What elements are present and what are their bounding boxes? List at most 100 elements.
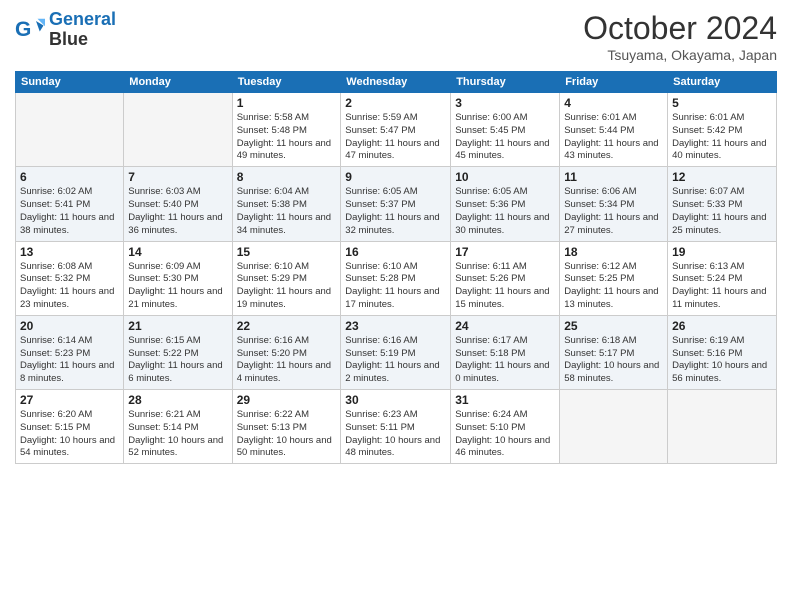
day-info: Sunrise: 6:01 AM Sunset: 5:44 PM Dayligh… — [564, 112, 663, 163]
day-info: Sunrise: 6:05 AM Sunset: 5:36 PM Dayligh… — [455, 186, 555, 237]
logo-icon: G — [15, 15, 45, 45]
table-row — [560, 390, 668, 464]
col-monday: Monday — [124, 72, 232, 93]
table-row: 29 Sunrise: 6:22 AM Sunset: 5:13 PM Dayli… — [232, 390, 341, 464]
table-row: 13 Sunrise: 6:08 AM Sunset: 5:32 PM Dayli… — [16, 241, 124, 315]
day-number: 28 — [128, 393, 227, 407]
col-sunday: Sunday — [16, 72, 124, 93]
day-number: 4 — [564, 96, 663, 110]
day-info: Sunrise: 6:16 AM Sunset: 5:19 PM Dayligh… — [345, 335, 446, 386]
table-row: 27 Sunrise: 6:20 AM Sunset: 5:15 PM Dayli… — [16, 390, 124, 464]
calendar-week-5: 27 Sunrise: 6:20 AM Sunset: 5:15 PM Dayli… — [16, 390, 777, 464]
table-row: 16 Sunrise: 6:10 AM Sunset: 5:28 PM Dayli… — [341, 241, 451, 315]
day-number: 31 — [455, 393, 555, 407]
day-info: Sunrise: 6:03 AM Sunset: 5:40 PM Dayligh… — [128, 186, 227, 237]
table-row: 11 Sunrise: 6:06 AM Sunset: 5:34 PM Dayli… — [560, 167, 668, 241]
day-number: 7 — [128, 170, 227, 184]
col-thursday: Thursday — [451, 72, 560, 93]
day-number: 3 — [455, 96, 555, 110]
location: Tsuyama, Okayama, Japan — [583, 47, 777, 63]
table-row — [124, 93, 232, 167]
calendar-week-1: 1Sunrise: 5:58 AM Sunset: 5:48 PM Daylig… — [16, 93, 777, 167]
day-info: Sunrise: 5:58 AM Sunset: 5:48 PM Dayligh… — [237, 112, 337, 163]
day-number: 25 — [564, 319, 663, 333]
day-number: 5 — [672, 96, 772, 110]
table-row — [668, 390, 777, 464]
day-info: Sunrise: 6:17 AM Sunset: 5:18 PM Dayligh… — [455, 335, 555, 386]
day-info: Sunrise: 6:13 AM Sunset: 5:24 PM Dayligh… — [672, 261, 772, 312]
day-info: Sunrise: 6:04 AM Sunset: 5:38 PM Dayligh… — [237, 186, 337, 237]
table-row: 14 Sunrise: 6:09 AM Sunset: 5:30 PM Dayli… — [124, 241, 232, 315]
table-row: 23 Sunrise: 6:16 AM Sunset: 5:19 PM Dayli… — [341, 315, 451, 389]
day-number: 21 — [128, 319, 227, 333]
table-row: 6Sunrise: 6:02 AM Sunset: 5:41 PM Daylig… — [16, 167, 124, 241]
day-info: Sunrise: 6:00 AM Sunset: 5:45 PM Dayligh… — [455, 112, 555, 163]
table-row: 8Sunrise: 6:04 AM Sunset: 5:38 PM Daylig… — [232, 167, 341, 241]
day-number: 15 — [237, 245, 337, 259]
day-info: Sunrise: 6:10 AM Sunset: 5:28 PM Dayligh… — [345, 261, 446, 312]
day-number: 17 — [455, 245, 555, 259]
table-row: 18 Sunrise: 6:12 AM Sunset: 5:25 PM Dayli… — [560, 241, 668, 315]
day-info: Sunrise: 6:15 AM Sunset: 5:22 PM Dayligh… — [128, 335, 227, 386]
col-wednesday: Wednesday — [341, 72, 451, 93]
table-row: 28 Sunrise: 6:21 AM Sunset: 5:14 PM Dayli… — [124, 390, 232, 464]
day-info: Sunrise: 6:14 AM Sunset: 5:23 PM Dayligh… — [20, 335, 119, 386]
day-info: Sunrise: 6:16 AM Sunset: 5:20 PM Dayligh… — [237, 335, 337, 386]
calendar-week-3: 13 Sunrise: 6:08 AM Sunset: 5:32 PM Dayli… — [16, 241, 777, 315]
day-number: 13 — [20, 245, 119, 259]
table-row: 10 Sunrise: 6:05 AM Sunset: 5:36 PM Dayli… — [451, 167, 560, 241]
day-info: Sunrise: 6:09 AM Sunset: 5:30 PM Dayligh… — [128, 261, 227, 312]
day-info: Sunrise: 6:20 AM Sunset: 5:15 PM Dayligh… — [20, 409, 119, 460]
day-info: Sunrise: 6:19 AM Sunset: 5:16 PM Dayligh… — [672, 335, 772, 386]
day-info: Sunrise: 6:21 AM Sunset: 5:14 PM Dayligh… — [128, 409, 227, 460]
table-row: 2 Sunrise: 5:59 AM Sunset: 5:47 PM Daylig… — [341, 93, 451, 167]
day-info: Sunrise: 6:05 AM Sunset: 5:37 PM Dayligh… — [345, 186, 446, 237]
day-number: 16 — [345, 245, 446, 259]
day-number: 11 — [564, 170, 663, 184]
day-info: Sunrise: 6:01 AM Sunset: 5:42 PM Dayligh… — [672, 112, 772, 163]
table-row: 3 Sunrise: 6:00 AM Sunset: 5:45 PM Daylig… — [451, 93, 560, 167]
table-row: 22 Sunrise: 6:16 AM Sunset: 5:20 PM Dayli… — [232, 315, 341, 389]
calendar-week-2: 6Sunrise: 6:02 AM Sunset: 5:41 PM Daylig… — [16, 167, 777, 241]
logo-text: General Blue — [49, 10, 116, 50]
page-header: G General Blue October 2024 Tsuyama, Oka… — [15, 10, 777, 63]
svg-text:G: G — [15, 18, 31, 41]
table-row: 4 Sunrise: 6:01 AM Sunset: 5:44 PM Daylig… — [560, 93, 668, 167]
day-number: 12 — [672, 170, 772, 184]
day-number: 14 — [128, 245, 227, 259]
day-number: 22 — [237, 319, 337, 333]
logo: G General Blue — [15, 10, 116, 50]
table-row: 31 Sunrise: 6:24 AM Sunset: 5:10 PM Dayli… — [451, 390, 560, 464]
day-info: Sunrise: 5:59 AM Sunset: 5:47 PM Dayligh… — [345, 112, 446, 163]
day-number: 10 — [455, 170, 555, 184]
day-info: Sunrise: 6:22 AM Sunset: 5:13 PM Dayligh… — [237, 409, 337, 460]
day-info: Sunrise: 6:06 AM Sunset: 5:34 PM Dayligh… — [564, 186, 663, 237]
table-row: 5 Sunrise: 6:01 AM Sunset: 5:42 PM Daylig… — [668, 93, 777, 167]
col-tuesday: Tuesday — [232, 72, 341, 93]
day-number: 19 — [672, 245, 772, 259]
day-number: 29 — [237, 393, 337, 407]
calendar-week-4: 20Sunrise: 6:14 AM Sunset: 5:23 PM Dayli… — [16, 315, 777, 389]
day-number: 18 — [564, 245, 663, 259]
calendar-header-row: Sunday Monday Tuesday Wednesday Thursday… — [16, 72, 777, 93]
table-row: 9 Sunrise: 6:05 AM Sunset: 5:37 PM Daylig… — [341, 167, 451, 241]
day-info: Sunrise: 6:08 AM Sunset: 5:32 PM Dayligh… — [20, 261, 119, 312]
day-number: 27 — [20, 393, 119, 407]
table-row: 21 Sunrise: 6:15 AM Sunset: 5:22 PM Dayli… — [124, 315, 232, 389]
day-number: 24 — [455, 319, 555, 333]
table-row: 7 Sunrise: 6:03 AM Sunset: 5:40 PM Daylig… — [124, 167, 232, 241]
table-row: 12Sunrise: 6:07 AM Sunset: 5:33 PM Dayli… — [668, 167, 777, 241]
day-info: Sunrise: 6:10 AM Sunset: 5:29 PM Dayligh… — [237, 261, 337, 312]
table-row: 25Sunrise: 6:18 AM Sunset: 5:17 PM Dayli… — [560, 315, 668, 389]
day-info: Sunrise: 6:11 AM Sunset: 5:26 PM Dayligh… — [455, 261, 555, 312]
day-number: 6 — [20, 170, 119, 184]
day-info: Sunrise: 6:12 AM Sunset: 5:25 PM Dayligh… — [564, 261, 663, 312]
table-row — [16, 93, 124, 167]
table-row: 19 Sunrise: 6:13 AM Sunset: 5:24 PM Dayli… — [668, 241, 777, 315]
day-number: 23 — [345, 319, 446, 333]
day-number: 9 — [345, 170, 446, 184]
month-title: October 2024 — [583, 10, 777, 47]
col-saturday: Saturday — [668, 72, 777, 93]
day-number: 2 — [345, 96, 446, 110]
day-info: Sunrise: 6:24 AM Sunset: 5:10 PM Dayligh… — [455, 409, 555, 460]
